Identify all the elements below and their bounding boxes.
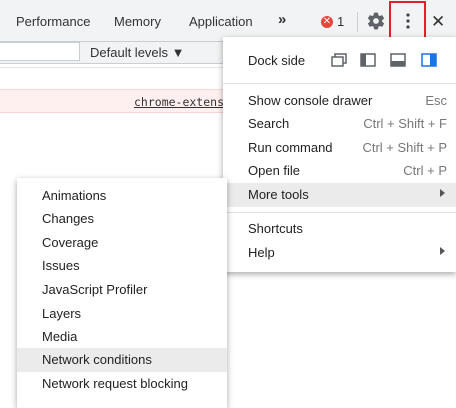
error-count: 1 <box>337 14 345 29</box>
devtools-tab-bar: Performance Memory Application » ✕ 1 ✕ <box>0 0 456 42</box>
more-tabs-button[interactable]: » <box>278 11 286 28</box>
menu-separator <box>223 83 456 84</box>
submenu-arrow-icon <box>440 247 445 255</box>
menu-separator <box>223 212 456 213</box>
error-icon: ✕ <box>321 15 333 28</box>
kebab-menu-icon[interactable] <box>406 13 410 29</box>
menu-item-show-console-drawer[interactable]: Show console drawer Esc <box>223 89 456 113</box>
undock-icon[interactable] <box>331 53 347 67</box>
more-tools-submenu: Animations Changes Coverage Issues JavaS… <box>17 178 227 408</box>
close-icon[interactable]: ✕ <box>431 12 445 32</box>
submenu-arrow-icon <box>440 189 445 197</box>
dock-right-icon[interactable] <box>421 53 437 67</box>
menu-item-shortcuts[interactable]: Shortcuts <box>223 217 456 241</box>
error-source-link[interactable]: chrome-extens <box>134 95 224 109</box>
menu-item-help[interactable]: Help <box>223 241 456 265</box>
menu-item-run-command[interactable]: Run command Ctrl + Shift + P <box>223 136 456 160</box>
dock-left-icon[interactable] <box>360 53 376 67</box>
tab-memory[interactable]: Memory <box>114 14 161 29</box>
dock-bottom-icon[interactable] <box>390 53 406 67</box>
log-levels-dropdown[interactable]: Default levels ▼ <box>90 45 185 60</box>
submenu-item-animations[interactable]: Animations <box>17 184 227 208</box>
toolbar-divider <box>357 12 358 32</box>
tab-application[interactable]: Application <box>189 14 253 29</box>
submenu-item-media[interactable]: Media <box>17 325 227 349</box>
submenu-item-network-conditions[interactable]: Network conditions <box>17 348 227 372</box>
menu-item-search[interactable]: Search Ctrl + Shift + F <box>223 112 456 136</box>
submenu-item-coverage[interactable]: Coverage <box>17 231 227 255</box>
submenu-item-network-request-blocking[interactable]: Network request blocking <box>17 372 227 396</box>
menu-item-open-file[interactable]: Open file Ctrl + P <box>223 159 456 183</box>
filter-input[interactable] <box>0 42 80 61</box>
gear-icon[interactable] <box>366 10 386 32</box>
menu-item-more-tools[interactable]: More tools <box>223 183 456 207</box>
submenu-item-layers[interactable]: Layers <box>17 302 227 326</box>
submenu-item-javascript-profiler[interactable]: JavaScript Profiler <box>17 278 227 302</box>
submenu-item-issues[interactable]: Issues <box>17 254 227 278</box>
dock-side-label: Dock side <box>248 53 306 68</box>
submenu-item-changes[interactable]: Changes <box>17 207 227 231</box>
customize-menu: Dock side Show console drawer Esc Search… <box>223 37 456 272</box>
tab-performance[interactable]: Performance <box>16 14 90 29</box>
error-counter[interactable]: ✕ 1 <box>321 14 344 29</box>
